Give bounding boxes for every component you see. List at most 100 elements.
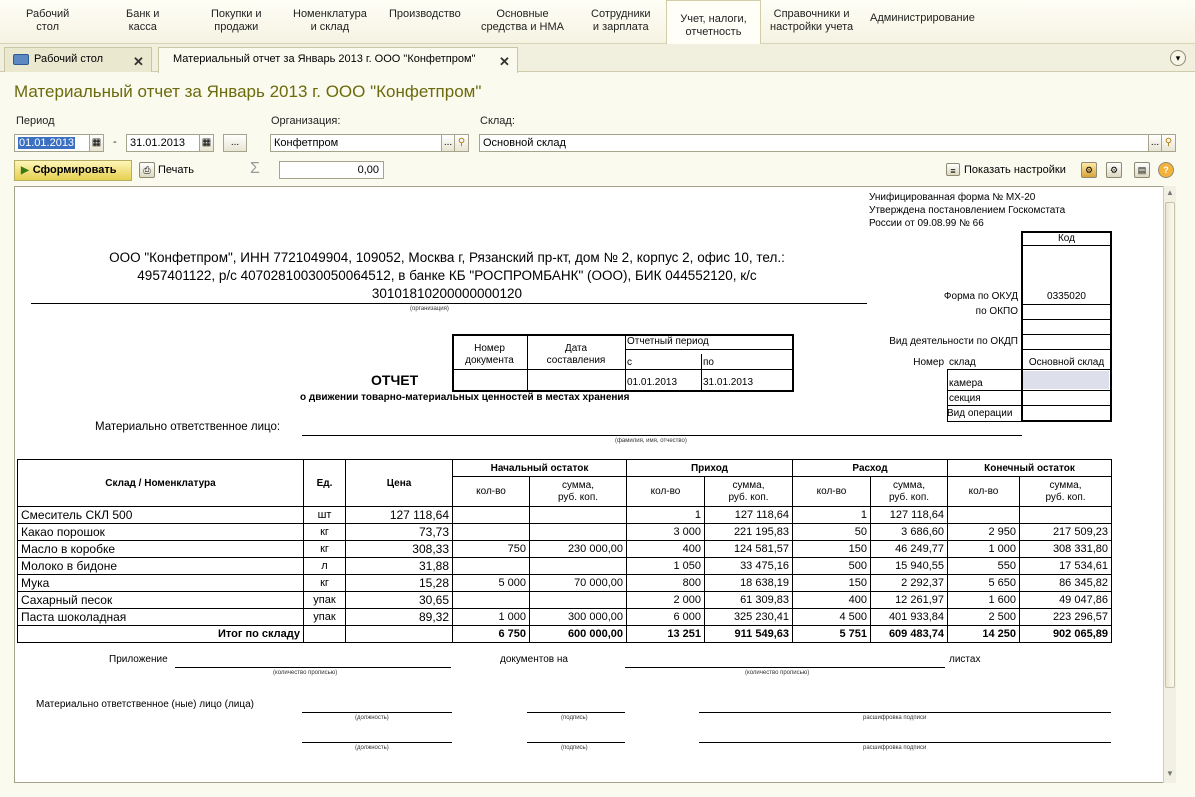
expense-qty: 500 — [792, 557, 871, 575]
ellipsis-button[interactable]: ... — [441, 134, 455, 152]
menu-staff[interactable]: Сотрудники и зарплата — [591, 8, 651, 34]
search-icon[interactable]: ⚲ — [1161, 134, 1176, 152]
ellipsis-button[interactable]: ... — [1148, 134, 1162, 152]
close-icon[interactable]: ✕ — [133, 54, 144, 70]
menu-purchases[interactable]: Покупки и продажи — [211, 8, 262, 34]
sum-field: 0,00 — [279, 161, 384, 179]
income-sum: 127 118,64 — [704, 506, 793, 524]
item-unit: шт — [303, 506, 346, 524]
organization-field[interactable]: Конфетпром — [270, 134, 442, 152]
attachment-label: Приложение — [109, 654, 168, 665]
menu-bank[interactable]: Банк и касса — [126, 8, 159, 34]
search-icon[interactable]: ⚲ — [454, 134, 469, 152]
scroll-down-icon[interactable]: ▼ — [1165, 769, 1175, 779]
expense-sum: 401 933,84 — [870, 608, 948, 626]
desktop-icon — [13, 53, 29, 65]
folder-gear-icon[interactable]: ⚙ — [1081, 162, 1097, 178]
print-button[interactable]: Печать — [158, 164, 194, 176]
period-to-value: 31.01.2013 — [703, 377, 754, 388]
closing-qty: 1 600 — [947, 591, 1020, 609]
income-sum: 33 475,16 — [704, 557, 793, 575]
printer-icon[interactable]: ⎙ — [139, 162, 155, 178]
date-to-field[interactable]: 31.01.2013 — [126, 134, 200, 152]
menu-accounting[interactable]: Учет, налоги, отчетность — [666, 0, 761, 44]
item-price: 31,88 — [345, 557, 453, 575]
menu-nomenclature[interactable]: Номенклатура и склад — [293, 8, 367, 34]
scroll-thumb[interactable] — [1165, 202, 1175, 688]
closing-sum: 86 345,82 — [1019, 574, 1112, 592]
tab-material-report[interactable]: Материальный отчет за Январь 2013 г. ООО… — [158, 47, 518, 73]
expense-sum: 3 686,60 — [870, 523, 948, 541]
date-from-field[interactable]: 01.01.2013 — [14, 134, 90, 152]
scroll-up-icon[interactable]: ▲ — [1165, 188, 1175, 198]
expense-sum: 15 940,55 — [870, 557, 948, 575]
tab-desktop[interactable]: Рабочий стол ✕ — [4, 47, 152, 72]
closing-qty — [947, 506, 1020, 524]
sum-header: сумма, руб. коп. — [870, 476, 948, 507]
period-from-label: с — [627, 357, 632, 368]
col-item-header: Склад / Номенклатура — [17, 459, 304, 507]
item-unit: кг — [303, 540, 346, 558]
report-scrollbar[interactable]: ▲ ▼ — [1163, 186, 1176, 783]
opening-qty — [452, 523, 530, 541]
warehouse-field[interactable]: Основной склад — [479, 134, 1149, 152]
income-sum: 61 309,83 — [704, 591, 793, 609]
total-income-sum: 911 549,63 — [704, 625, 793, 643]
warehouse-code-label: склад — [949, 357, 976, 368]
income-sum: 221 195,83 — [704, 523, 793, 541]
save-settings-icon[interactable]: ⚙ — [1106, 162, 1122, 178]
organization-label: Организация: — [271, 115, 341, 127]
expense-qty: 1 — [792, 506, 871, 524]
close-icon[interactable]: ✕ — [499, 54, 510, 70]
expense-sum: 127 118,64 — [870, 506, 948, 524]
doc-number-header: Номер документа — [465, 343, 514, 366]
code-header: Код — [1057, 233, 1075, 244]
menu-desktop[interactable]: Рабочий стол — [26, 8, 69, 34]
menu-assets[interactable]: Основные средства и НМА — [481, 8, 564, 34]
income-qty: 800 — [626, 574, 705, 592]
closing-sum — [1019, 506, 1112, 524]
menu-admin[interactable]: Администрирование — [870, 12, 975, 25]
item-price: 30,65 — [345, 591, 453, 609]
income-qty: 1 050 — [626, 557, 705, 575]
section-label: секция — [949, 393, 981, 404]
settings-list-icon: ≡ — [946, 163, 960, 176]
item-unit: кг — [303, 574, 346, 592]
total-opening-sum: 600 000,00 — [529, 625, 627, 643]
income-qty: 3 000 — [626, 523, 705, 541]
play-icon: ▶ — [21, 165, 29, 176]
options-icon[interactable]: ▤ — [1134, 162, 1150, 178]
menu-production[interactable]: Производство — [389, 8, 461, 21]
organization-text: ООО "Конфетпром", ИНН 7721049904, 109052… — [109, 250, 785, 301]
qty-words-caption: (количество прописью) — [273, 670, 338, 676]
responsible-label: Материально ответственное лицо: — [95, 421, 281, 433]
closing-sum: 217 509,23 — [1019, 523, 1112, 541]
chamber-field — [1023, 371, 1109, 389]
help-icon[interactable]: ? — [1158, 162, 1174, 178]
date-separator: - — [113, 136, 117, 148]
opening-qty — [452, 557, 530, 575]
show-settings-button[interactable]: Показать настройки — [964, 164, 1066, 176]
generate-report-button[interactable]: ▶ Сформировать — [14, 160, 132, 181]
chevron-down-icon[interactable]: ▾ — [1170, 50, 1186, 66]
col-unit-header: Ед. — [303, 459, 346, 507]
total-expense-sum: 609 483,74 — [870, 625, 948, 643]
form-meta: Унифицированная форма № МХ-20 Утверждена… — [869, 192, 1066, 229]
opening-sum — [529, 557, 627, 575]
doc-date-header: Дата составления — [546, 343, 606, 366]
item-price: 89,32 — [345, 608, 453, 626]
tab-report-label: Материальный отчет за Январь 2013 г. ООО… — [173, 53, 476, 65]
period-choose-button[interactable]: ... — [223, 134, 247, 152]
organization-caption: (организация) — [410, 306, 449, 312]
opening-qty — [452, 506, 530, 524]
closing-qty: 1 000 — [947, 540, 1020, 558]
opening-qty — [452, 591, 530, 609]
total-income-qty: 13 251 — [626, 625, 705, 643]
report-title: ОТЧЕТ — [371, 372, 419, 388]
calendar-icon[interactable]: ▦ — [89, 134, 104, 152]
calendar-icon[interactable]: ▦ — [199, 134, 214, 152]
qty-words-caption: (количество прописью) — [745, 670, 810, 676]
expense-sum: 2 292,37 — [870, 574, 948, 592]
menu-references[interactable]: Справочники и настройки учета — [770, 8, 853, 34]
total-expense-qty: 5 751 — [792, 625, 871, 643]
